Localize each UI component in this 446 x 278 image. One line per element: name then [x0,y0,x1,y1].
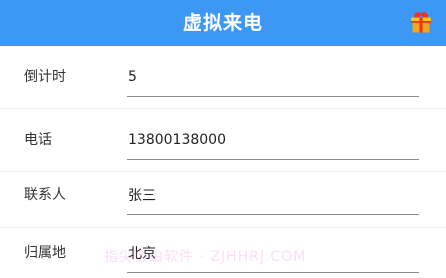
phone-row: 电话 [0,109,446,171]
countdown-underline [127,96,419,97]
location-input[interactable] [128,242,418,264]
location-row: 归属地 [0,222,446,278]
contact-row: 联系人 [0,164,446,226]
location-label: 归属地 [24,245,66,261]
countdown-input[interactable] [128,66,418,88]
location-underline [127,272,419,273]
phone-input[interactable] [128,129,418,151]
app-screen: 虚拟来电 倒计时 电话 联系人 归属 [0,0,446,278]
countdown-label: 倒计时 [24,69,66,85]
app-header: 虚拟来电 [0,0,446,46]
page-title: 虚拟来电 [182,12,263,34]
phone-underline [127,159,419,160]
contact-input[interactable] [128,184,418,206]
contact-label: 联系人 [24,187,66,203]
countdown-row: 倒计时 [0,46,446,108]
contact-underline [127,214,419,215]
phone-label: 电话 [24,132,52,148]
gift-icon[interactable] [409,10,433,34]
